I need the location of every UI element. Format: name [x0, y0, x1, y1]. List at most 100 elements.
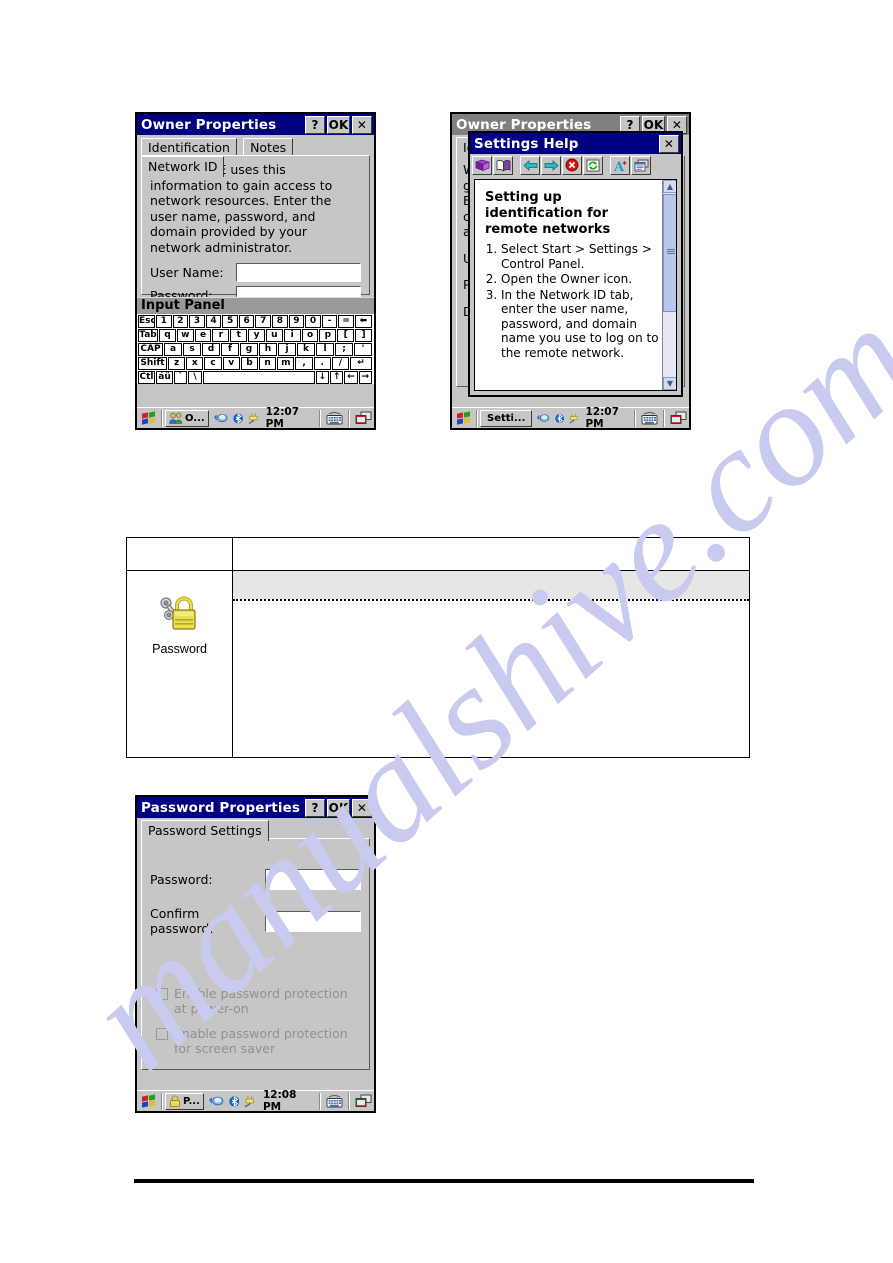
key-r[interactable]: r [212, 329, 230, 342]
contents-book-icon[interactable] [472, 155, 492, 175]
open-book-icon[interactable] [493, 155, 513, 175]
key-s[interactable]: s [183, 343, 201, 356]
help-close-button[interactable]: ✕ [659, 134, 679, 153]
key-esc[interactable]: Esc [138, 315, 155, 328]
checkbox-power-on[interactable] [156, 988, 168, 1000]
key-1[interactable]: 1 [156, 315, 172, 328]
scrollbar-thumb[interactable] [663, 194, 676, 312]
key-accent[interactable]: áü [156, 371, 173, 384]
key-arrow-right-icon[interactable]: → [358, 371, 372, 384]
key-b[interactable]: b [240, 357, 259, 370]
confirm-password-input[interactable] [265, 910, 361, 932]
soft-keyboard[interactable]: Esc 1 2 3 4 5 6 7 8 9 0 - = ⬅ Tab q w e … [137, 314, 374, 384]
key-0[interactable]: 0 [305, 315, 321, 328]
key-n[interactable]: n [259, 357, 277, 370]
checkbox-screen-saver[interactable] [156, 1028, 168, 1040]
key-apostrophe[interactable]: ' [354, 343, 372, 356]
key-arrow-down-icon[interactable]: ↓ [315, 371, 329, 384]
key-backtick[interactable]: ` [174, 371, 188, 384]
key-j[interactable]: j [278, 343, 296, 356]
user-name-input[interactable] [236, 263, 361, 282]
ok-button-3[interactable]: OK [327, 798, 350, 817]
ok-button[interactable]: OK [327, 115, 350, 134]
key-shift[interactable]: Shift [138, 357, 167, 370]
help-button-3[interactable]: ? [305, 798, 325, 817]
key-3[interactable]: 3 [189, 315, 205, 328]
key-bracket-right[interactable]: ] [355, 329, 372, 342]
scroll-down-arrow-icon[interactable]: ▼ [663, 377, 676, 390]
key-enter-icon[interactable]: ↵ [350, 357, 373, 370]
key-bracket-left[interactable]: [ [337, 329, 355, 342]
key-a[interactable]: a [164, 343, 182, 356]
key-comma[interactable]: , [295, 357, 313, 370]
key-u[interactable]: u [265, 329, 283, 342]
key-9[interactable]: 9 [288, 315, 305, 328]
start-button-icon[interactable] [139, 410, 159, 427]
key-d[interactable]: d [202, 343, 220, 356]
key-arrow-up-icon[interactable]: ↑ [329, 371, 344, 384]
key-h[interactable]: h [259, 343, 277, 356]
start-button-icon-3[interactable] [139, 1093, 159, 1110]
key-l[interactable]: l [316, 343, 334, 356]
key-backslash[interactable]: \ [188, 371, 202, 384]
key-cap[interactable]: CAP [138, 343, 163, 356]
forward-arrow-icon[interactable] [541, 155, 561, 175]
tab-password-settings[interactable]: Password Settings [141, 820, 269, 841]
key-7[interactable]: 7 [255, 315, 272, 328]
key-e[interactable]: e [194, 329, 212, 342]
key-i[interactable]: i [283, 329, 301, 342]
key-w[interactable]: w [176, 329, 194, 342]
close-button-3[interactable]: ✕ [352, 798, 372, 817]
taskbar-task-settings[interactable]: Setti... [480, 409, 533, 427]
key-k[interactable]: k [297, 343, 315, 356]
key-6[interactable]: 6 [238, 315, 255, 328]
key-v[interactable]: v [222, 357, 240, 370]
key-g[interactable]: g [240, 343, 258, 356]
key-o[interactable]: o [301, 329, 319, 342]
tab-identification[interactable]: Identification [141, 138, 237, 156]
stop-icon[interactable] [562, 155, 582, 175]
close-button[interactable]: ✕ [352, 115, 372, 134]
key-2[interactable]: 2 [172, 315, 189, 328]
taskbar-task-owner[interactable]: O... [165, 409, 209, 427]
checkbox-power-on-row[interactable]: Enable password protection at power-on [142, 986, 369, 1016]
key-backspace-icon[interactable]: ⬅ [354, 315, 372, 328]
help-scrollbar[interactable]: ▲ ▼ [662, 180, 676, 390]
key-equals[interactable]: = [338, 315, 354, 328]
key-c[interactable]: c [204, 357, 222, 370]
password-properties-window[interactable]: Password Properties ? OK ✕ Password Sett… [135, 795, 376, 1113]
key-q[interactable]: q [159, 329, 176, 342]
key-5[interactable]: 5 [222, 315, 238, 328]
key-arrow-left-icon[interactable]: ← [344, 371, 358, 384]
key-8[interactable]: 8 [272, 315, 288, 328]
key-t[interactable]: t [230, 329, 248, 342]
window-icon[interactable] [631, 155, 651, 175]
key-y[interactable]: y [248, 329, 265, 342]
key-period[interactable]: . [313, 357, 331, 370]
key-ctl[interactable]: Ctl [138, 371, 155, 384]
scroll-up-arrow-icon[interactable]: ▲ [663, 180, 676, 193]
owner-properties-window[interactable]: Owner Properties ? OK ✕ Identification N… [135, 112, 376, 430]
key-m[interactable]: m [277, 357, 295, 370]
key-p[interactable]: p [319, 329, 337, 342]
key-4[interactable]: 4 [205, 315, 222, 328]
font-size-icon[interactable]: A [610, 155, 630, 175]
back-arrow-icon[interactable] [520, 155, 540, 175]
password-field-input[interactable] [265, 869, 361, 890]
refresh-icon[interactable] [583, 155, 603, 175]
checkbox-screen-saver-row[interactable]: Enable password protection for screen sa… [142, 1026, 369, 1056]
tab-network-id[interactable]: Network ID [141, 156, 225, 177]
key-slash[interactable]: / [331, 357, 350, 370]
key-semicolon[interactable]: ; [335, 343, 353, 356]
key-x[interactable]: x [186, 357, 204, 370]
key-f[interactable]: f [221, 343, 239, 356]
key-minus[interactable]: - [321, 315, 338, 328]
key-space[interactable] [202, 371, 315, 384]
tab-notes[interactable]: Notes [243, 138, 294, 156]
start-button-icon-2[interactable] [454, 410, 474, 427]
key-z[interactable]: z [168, 357, 186, 370]
help-button[interactable]: ? [305, 115, 325, 134]
settings-help-window[interactable]: Settings Help ✕ A Setting up identificat… [468, 131, 683, 397]
taskbar-task-password[interactable]: P... [165, 1092, 204, 1110]
key-tab[interactable]: Tab [138, 329, 158, 342]
